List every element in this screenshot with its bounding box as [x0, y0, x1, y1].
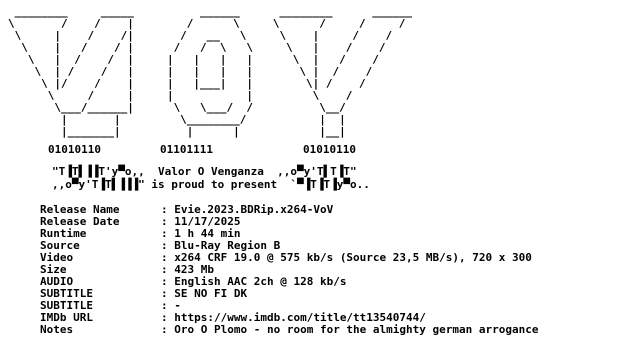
notes-value: Oro O Plomo - no room for the almighty g… [174, 323, 539, 336]
info-row-subtitle-1: SUBTITLE : SE NO FI DK [40, 288, 620, 300]
info-row-notes: Notes : Oro O Plomo - no room for the al… [40, 324, 620, 336]
info-key: Notes [40, 323, 74, 336]
binary-right: 01010110 [303, 143, 356, 156]
info-row-audio: AUDIO : English AAC 2ch @ 128 kb/s [40, 276, 620, 288]
info-value: : Oro O Plomo - no room for the almighty… [161, 323, 539, 336]
info-row-release-date: Release Date : 11/17/2025 [40, 216, 620, 228]
info-row-runtime: Runtime : 1 h 44 min [40, 228, 620, 240]
binary-center: 01101111 [160, 143, 213, 156]
video-value: x264 CRF 19.0 @ 575 kb/s (Source 23,5 MB… [174, 251, 532, 264]
nfo-viewer: ________ _____ ______ ________ ______ \ … [0, 0, 624, 360]
binary-row: 01010110 01101111 01010110 [0, 144, 624, 158]
subtitle-value: SE NO FI DK [174, 287, 248, 300]
info-row-video: Video : x264 CRF 19.0 @ 575 kb/s (Source… [40, 252, 620, 264]
ascii-logo: ________ _____ ______ ________ ______ \ … [8, 5, 412, 138]
info-row-release-name: Release Name : Evie.2023.BDRip.x264-VoV [40, 204, 620, 216]
tagline: "T▐T▌▐▐T'у▀ο,, Valor O Venganza ,,o▀у'T▌… [52, 166, 370, 192]
info-value: : x264 CRF 19.0 @ 575 kb/s (Source 23,5 … [161, 251, 532, 264]
binary-left: 01010110 [48, 143, 101, 156]
tagline-line-2: ,,o▀у'T▐T▌▐▐▐" is proud to present `▀▐T▐… [52, 178, 370, 191]
release-info: Release Name : Evie.2023.BDRip.x264-VoV … [40, 204, 620, 336]
